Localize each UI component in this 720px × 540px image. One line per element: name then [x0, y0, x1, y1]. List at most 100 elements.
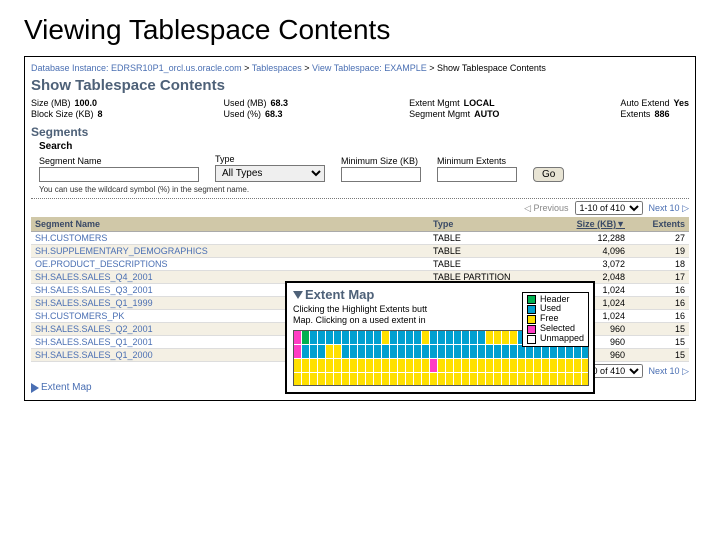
- extent-cell[interactable]: [462, 331, 469, 344]
- segment-link[interactable]: SH.CUSTOMERS: [35, 233, 107, 243]
- extent-cell[interactable]: [470, 373, 477, 386]
- col-extents[interactable]: Extents: [629, 217, 689, 232]
- extent-cell[interactable]: [326, 345, 333, 358]
- segment-link[interactable]: SH.SUPPLEMENTARY_DEMOGRAPHICS: [35, 246, 208, 256]
- extent-cell[interactable]: [414, 345, 421, 358]
- extent-cell[interactable]: [382, 373, 389, 386]
- extent-cell[interactable]: [358, 345, 365, 358]
- extent-cell[interactable]: [582, 373, 589, 386]
- extent-cell[interactable]: [510, 359, 517, 372]
- extent-cell[interactable]: [374, 345, 381, 358]
- go-button[interactable]: Go: [533, 167, 564, 182]
- extent-cell[interactable]: [334, 345, 341, 358]
- extent-cell[interactable]: [406, 345, 413, 358]
- extent-cell[interactable]: [350, 331, 357, 344]
- extent-cell[interactable]: [582, 359, 589, 372]
- extent-cell[interactable]: [342, 373, 349, 386]
- extent-cell[interactable]: [342, 331, 349, 344]
- extent-cell[interactable]: [382, 359, 389, 372]
- extent-cell[interactable]: [486, 373, 493, 386]
- extent-cell[interactable]: [406, 373, 413, 386]
- extent-cell[interactable]: [390, 345, 397, 358]
- extent-cell[interactable]: [414, 373, 421, 386]
- extent-cell[interactable]: [366, 345, 373, 358]
- extent-cell[interactable]: [566, 359, 573, 372]
- extent-cell[interactable]: [510, 345, 517, 358]
- extent-cell[interactable]: [350, 345, 357, 358]
- extent-map-collapsed[interactable]: Extent Map: [31, 382, 92, 393]
- extent-cell[interactable]: [502, 359, 509, 372]
- extent-cell[interactable]: [326, 373, 333, 386]
- extent-cell[interactable]: [446, 373, 453, 386]
- extent-cell[interactable]: [462, 345, 469, 358]
- extent-cell[interactable]: [486, 345, 493, 358]
- extent-cell[interactable]: [342, 359, 349, 372]
- pager-next-bottom[interactable]: Next 10 ▷: [649, 366, 689, 377]
- extent-cell[interactable]: [310, 331, 317, 344]
- extent-cell[interactable]: [494, 373, 501, 386]
- segment-link[interactable]: SH.SALES.SALES_Q1_1999: [35, 298, 153, 308]
- extent-cell[interactable]: [374, 373, 381, 386]
- extent-cell[interactable]: [438, 359, 445, 372]
- extent-cell[interactable]: [318, 373, 325, 386]
- search-minextents-input[interactable]: [437, 167, 517, 182]
- extent-cell[interactable]: [574, 359, 581, 372]
- extent-cell[interactable]: [454, 359, 461, 372]
- extent-cell[interactable]: [326, 331, 333, 344]
- extent-cell[interactable]: [470, 331, 477, 344]
- extent-cell[interactable]: [494, 359, 501, 372]
- extent-cell[interactable]: [366, 373, 373, 386]
- extent-cell[interactable]: [526, 373, 533, 386]
- pager-prev[interactable]: ◁ Previous: [524, 203, 568, 214]
- extent-cell[interactable]: [414, 359, 421, 372]
- extent-cell[interactable]: [422, 359, 429, 372]
- search-minsize-input[interactable]: [341, 167, 421, 182]
- extent-cell[interactable]: [558, 373, 565, 386]
- extent-cell[interactable]: [518, 373, 525, 386]
- extent-cell[interactable]: [374, 359, 381, 372]
- extent-cell[interactable]: [534, 359, 541, 372]
- extent-cell[interactable]: [358, 359, 365, 372]
- breadcrumb-item-2[interactable]: View Tablespace: EXAMPLE: [312, 63, 427, 73]
- col-size[interactable]: Size (KB)▼: [549, 217, 629, 232]
- extent-cell[interactable]: [318, 345, 325, 358]
- extent-cell[interactable]: [478, 359, 485, 372]
- extent-cell[interactable]: [390, 373, 397, 386]
- extent-cell[interactable]: [550, 373, 557, 386]
- extent-cell[interactable]: [422, 373, 429, 386]
- extent-cell[interactable]: [398, 331, 405, 344]
- segment-link[interactable]: SH.SALES.SALES_Q1_2000: [35, 350, 153, 360]
- extent-cell[interactable]: [478, 331, 485, 344]
- extent-cell[interactable]: [494, 345, 501, 358]
- extent-cell[interactable]: [398, 359, 405, 372]
- extent-cell[interactable]: [366, 359, 373, 372]
- extent-cell[interactable]: [366, 331, 373, 344]
- extent-cell[interactable]: [550, 359, 557, 372]
- extent-cell[interactable]: [334, 359, 341, 372]
- extent-cell[interactable]: [526, 359, 533, 372]
- breadcrumb-item-1[interactable]: Tablespaces: [252, 63, 302, 73]
- extent-cell[interactable]: [510, 331, 517, 344]
- breadcrumb-item-0[interactable]: Database Instance: EDRSR10P1_orcl.us.ora…: [31, 63, 242, 73]
- extent-cell[interactable]: [374, 331, 381, 344]
- extent-cell[interactable]: [446, 359, 453, 372]
- extent-cell[interactable]: [390, 359, 397, 372]
- extent-cell[interactable]: [454, 373, 461, 386]
- extent-cell[interactable]: [294, 331, 301, 344]
- extent-cell[interactable]: [462, 359, 469, 372]
- extent-cell[interactable]: [462, 373, 469, 386]
- extent-cell[interactable]: [358, 373, 365, 386]
- pager-next[interactable]: Next 10 ▷: [649, 203, 689, 214]
- segment-link[interactable]: OE.PRODUCT_DESCRIPTIONS: [35, 259, 168, 269]
- extent-cell[interactable]: [422, 331, 429, 344]
- extent-cell[interactable]: [350, 373, 357, 386]
- search-type-select[interactable]: All Types: [215, 165, 325, 182]
- segment-link[interactable]: SH.SALES.SALES_Q3_2001: [35, 285, 153, 295]
- extent-cell[interactable]: [470, 359, 477, 372]
- extent-cell[interactable]: [318, 331, 325, 344]
- extent-cell[interactable]: [502, 345, 509, 358]
- extent-cell[interactable]: [302, 345, 309, 358]
- segment-link[interactable]: SH.SALES.SALES_Q2_2001: [35, 324, 153, 334]
- extent-cell[interactable]: [294, 373, 301, 386]
- segment-link[interactable]: SH.CUSTOMERS_PK: [35, 311, 124, 321]
